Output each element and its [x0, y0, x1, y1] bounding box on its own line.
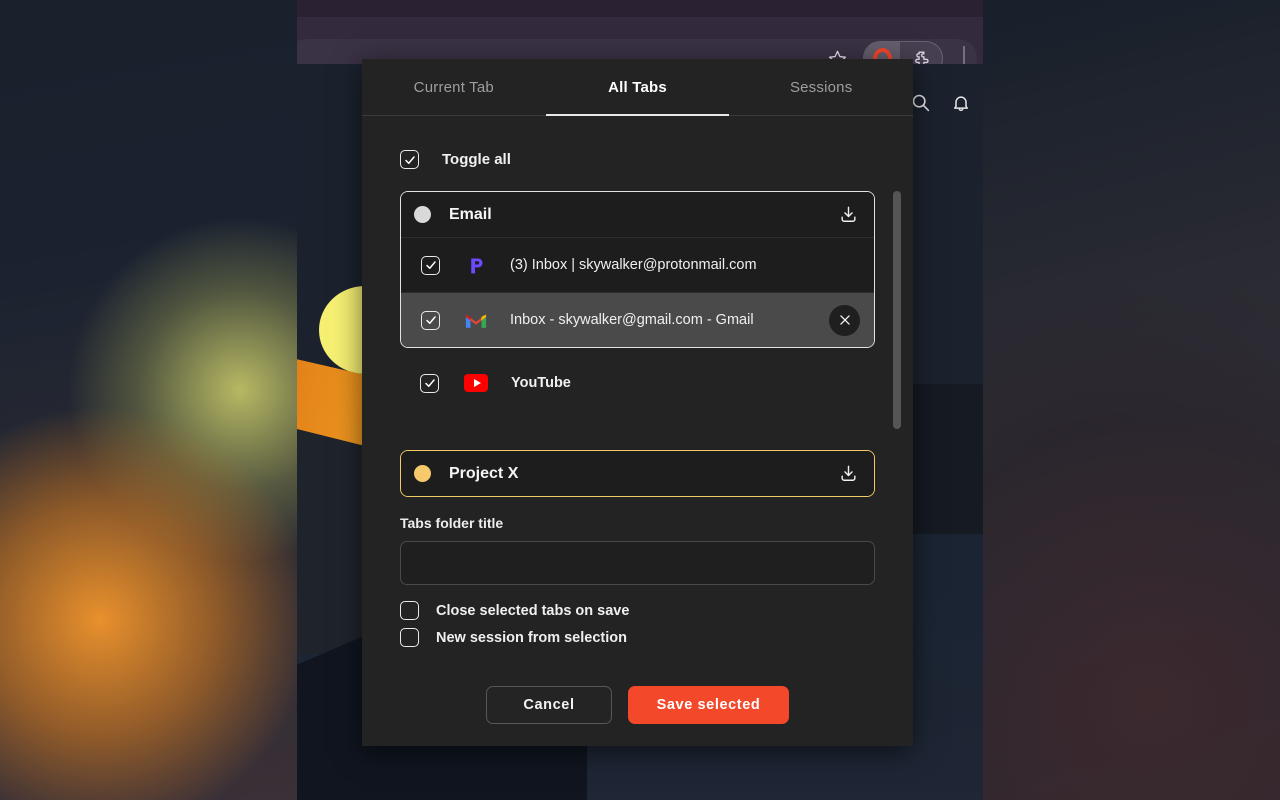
cancel-button[interactable]: Cancel — [486, 686, 612, 724]
tab-current-tab-label: Current Tab — [413, 78, 494, 96]
tab-group-email: Email (3) Inbox | skywalker@protonmail.c… — [400, 191, 875, 348]
option-checkbox[interactable] — [400, 601, 419, 620]
tab-all-tabs[interactable]: All Tabs — [545, 59, 730, 116]
group-color-dot — [414, 465, 431, 482]
tab-checkbox[interactable] — [421, 255, 440, 275]
option-label: Close selected tabs on save — [436, 602, 630, 619]
tab-checkbox[interactable] — [421, 310, 440, 330]
folder-title-input[interactable] — [400, 541, 875, 585]
popup-tabstrip: Current Tab All Tabs Sessions — [362, 59, 913, 116]
folder-title-label: Tabs folder title — [400, 515, 504, 531]
tab-title: YouTube — [511, 375, 571, 391]
toggle-all-label: Toggle all — [442, 151, 511, 168]
page-header-icons — [910, 92, 971, 118]
toggle-all-checkbox[interactable] — [400, 150, 419, 169]
option-label: New session from selection — [436, 629, 627, 646]
tab-title: (3) Inbox | skywalker@protonmail.com — [510, 257, 757, 273]
tab-checkbox[interactable] — [420, 373, 439, 393]
tab-group-email-name: Email — [449, 205, 492, 223]
group-color-dot — [414, 206, 431, 223]
save-selected-button[interactable]: Save selected — [628, 686, 789, 724]
tab-sessions[interactable]: Sessions — [729, 59, 913, 115]
option-new-session-from-selection[interactable]: New session from selection — [400, 628, 875, 647]
option-close-tabs-on-save[interactable]: Close selected tabs on save — [400, 601, 875, 620]
tab-group-project-x: Project X — [400, 450, 875, 497]
tab-group-project-x-name: Project X — [449, 464, 519, 482]
popup-footer: Cancel Save selected — [400, 686, 875, 724]
extension-popup: Current Tab All Tabs Sessions Toggle all… — [362, 59, 913, 746]
tab-group-email-header[interactable]: Email — [401, 192, 874, 237]
gmail-icon — [465, 309, 487, 331]
browser-toolbar — [297, 17, 983, 77]
search-icon[interactable] — [910, 92, 931, 118]
tab-all-tabs-label: All Tabs — [608, 78, 667, 96]
tab-title: Inbox - skywalker@gmail.com - Gmail — [510, 312, 754, 328]
download-icon[interactable] — [835, 461, 861, 487]
download-icon[interactable] — [835, 202, 861, 228]
tab-current-tab[interactable]: Current Tab — [362, 59, 546, 115]
tab-sessions-label: Sessions — [789, 78, 853, 96]
youtube-icon — [464, 374, 488, 392]
list-scrollbar[interactable] — [893, 191, 901, 429]
table-row[interactable]: Inbox - skywalker@gmail.com - Gmail — [401, 292, 874, 347]
bell-icon[interactable] — [951, 93, 971, 118]
tab-list-region: Email (3) Inbox | skywalker@protonmail.c… — [400, 191, 901, 436]
close-icon[interactable] — [829, 304, 860, 336]
popup-body: Toggle all Email (3) Inbox | skywalker@p… — [362, 150, 913, 724]
window-titlebar — [297, 0, 983, 17]
toggle-all-row[interactable]: Toggle all — [400, 150, 875, 169]
option-checkbox[interactable] — [400, 628, 419, 647]
table-row[interactable]: (3) Inbox | skywalker@protonmail.com — [401, 237, 874, 292]
list-item[interactable]: YouTube — [400, 363, 875, 403]
tab-group-project-x-header[interactable]: Project X — [401, 451, 874, 496]
protonmail-icon — [465, 254, 487, 276]
desktop-wallpaper-left — [0, 0, 300, 800]
